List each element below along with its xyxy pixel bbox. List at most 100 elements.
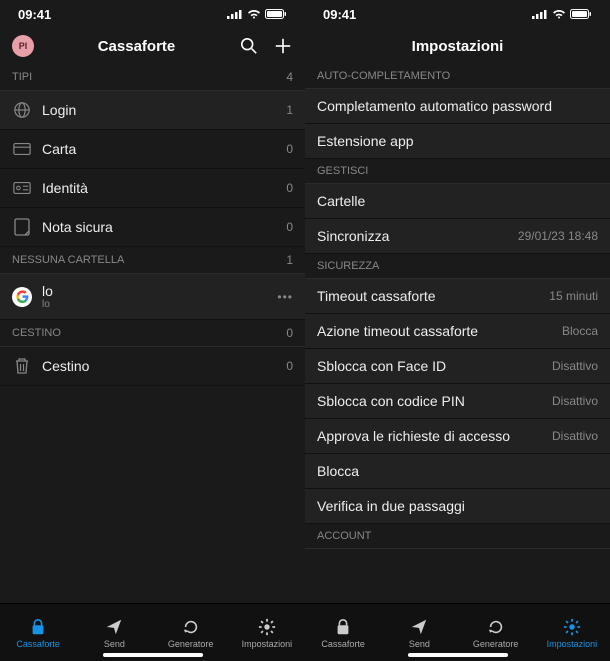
- card-icon: [12, 139, 32, 159]
- list-item-lo[interactable]: lo lo •••: [0, 274, 305, 320]
- section-title: ACCOUNT: [317, 530, 371, 542]
- signal-icon: [227, 9, 243, 19]
- avatar[interactable]: PI: [12, 35, 34, 57]
- home-indicator[interactable]: [408, 653, 508, 657]
- tab-impostazioni[interactable]: Impostazioni: [229, 604, 305, 661]
- section-title: TIPI: [12, 71, 32, 83]
- section-title: CESTINO: [12, 327, 61, 339]
- search-icon[interactable]: [239, 36, 259, 56]
- status-time: 09:41: [18, 7, 51, 22]
- tab-label: Generatore: [168, 639, 214, 649]
- status-bar: 09:41: [305, 0, 610, 28]
- settings-item-approve[interactable]: Approva le richieste di accesso Disattiv…: [305, 419, 610, 454]
- settings-value: Disattivo: [552, 359, 598, 373]
- settings-item-timeout-action[interactable]: Azione timeout cassaforte Blocca: [305, 314, 610, 349]
- list-item-label: Carta: [42, 141, 276, 157]
- id-icon: [12, 178, 32, 198]
- settings-label: Blocca: [317, 463, 598, 479]
- section-title: NESSUNA CARTELLA: [12, 254, 124, 266]
- home-indicator[interactable]: [103, 653, 203, 657]
- settings-label: Cartelle: [317, 193, 598, 209]
- battery-icon: [265, 9, 287, 19]
- tab-label: Impostazioni: [242, 639, 293, 649]
- tab-label: Send: [409, 639, 430, 649]
- send-icon: [104, 617, 124, 637]
- settings-value: Disattivo: [552, 394, 598, 408]
- section-title: SICUREZZA: [317, 260, 379, 272]
- list-item-count: 0: [286, 359, 293, 373]
- section-header-trash: CESTINO 0: [0, 320, 305, 347]
- settings-item-lock[interactable]: Blocca: [305, 454, 610, 489]
- status-indicators: [532, 9, 592, 19]
- wifi-icon: [552, 9, 566, 19]
- google-icon: [12, 287, 32, 307]
- more-icon[interactable]: •••: [277, 290, 293, 304]
- battery-icon: [570, 9, 592, 19]
- gear-icon: [562, 617, 582, 637]
- settings-label: Verifica in due passaggi: [317, 498, 598, 514]
- globe-icon: [12, 100, 32, 120]
- settings-item-autofill[interactable]: Completamento automatico password: [305, 89, 610, 124]
- settings-label: Sblocca con codice PIN: [317, 393, 542, 409]
- nav-bar: Impostazioni: [305, 28, 610, 64]
- section-header-manage: GESTISCI: [305, 159, 610, 184]
- status-time: 09:41: [323, 7, 356, 22]
- settings-label: Estensione app: [317, 133, 598, 149]
- signal-icon: [532, 9, 548, 19]
- list-item-nota[interactable]: Nota sicura 0: [0, 208, 305, 247]
- refresh-icon: [486, 617, 506, 637]
- settings-label: Sincronizza: [317, 228, 508, 244]
- send-icon: [409, 617, 429, 637]
- tab-label: Cassaforte: [16, 639, 60, 649]
- note-icon: [12, 217, 32, 237]
- page-title: Impostazioni: [339, 38, 576, 55]
- settings-value: Disattivo: [552, 429, 598, 443]
- tab-impostazioni[interactable]: Impostazioni: [534, 604, 610, 661]
- section-header-account: ACCOUNT: [305, 524, 610, 549]
- tab-cassaforte[interactable]: Cassaforte: [0, 604, 76, 661]
- status-indicators: [227, 9, 287, 19]
- settings-value: Blocca: [562, 324, 598, 338]
- list-item-label: lo: [42, 283, 267, 299]
- list-item-label: Identità: [42, 180, 276, 196]
- settings-label: Azione timeout cassaforte: [317, 323, 552, 339]
- list-item-count: 1: [286, 103, 293, 117]
- settings-item-2fa[interactable]: Verifica in due passaggi: [305, 489, 610, 524]
- lock-icon: [28, 617, 48, 637]
- section-title: AUTO-COMPLETAMENTO: [317, 70, 450, 82]
- section-header-folders: NESSUNA CARTELLA 1: [0, 247, 305, 274]
- list-item-count: 0: [286, 220, 293, 234]
- list-item-label: Login: [42, 102, 276, 118]
- tab-cassaforte[interactable]: Cassaforte: [305, 604, 381, 661]
- list-item-count: 0: [286, 142, 293, 156]
- trash-icon: [12, 356, 32, 376]
- settings-item-extension[interactable]: Estensione app: [305, 124, 610, 159]
- list-item-sublabel: lo: [42, 300, 267, 310]
- list-item-login[interactable]: Login 1: [0, 91, 305, 130]
- settings-item-pin[interactable]: Sblocca con codice PIN Disattivo: [305, 384, 610, 419]
- list-item-label: Nota sicura: [42, 219, 276, 235]
- settings-item-sync[interactable]: Sincronizza 29/01/23 18:48: [305, 219, 610, 254]
- list-item-count: 0: [286, 181, 293, 195]
- settings-item-folders[interactable]: Cartelle: [305, 184, 610, 219]
- section-count: 0: [286, 326, 293, 340]
- settings-value: 15 minuti: [549, 289, 598, 303]
- list-item-trash[interactable]: Cestino 0: [0, 347, 305, 386]
- settings-item-faceid[interactable]: Sblocca con Face ID Disattivo: [305, 349, 610, 384]
- tab-label: Send: [104, 639, 125, 649]
- list-item-carta[interactable]: Carta 0: [0, 130, 305, 169]
- section-header-security: SICUREZZA: [305, 254, 610, 279]
- page-title: Cassaforte: [34, 38, 239, 55]
- tab-label: Cassaforte: [321, 639, 365, 649]
- settings-item-timeout[interactable]: Timeout cassaforte 15 minuti: [305, 279, 610, 314]
- settings-value: 29/01/23 18:48: [518, 229, 598, 243]
- tab-label: Impostazioni: [547, 639, 598, 649]
- settings-label: Approva le richieste di accesso: [317, 428, 542, 444]
- tab-label: Generatore: [473, 639, 519, 649]
- settings-label: Completamento automatico password: [317, 98, 598, 114]
- section-title: GESTISCI: [317, 165, 368, 177]
- settings-label: Timeout cassaforte: [317, 288, 539, 304]
- list-item-identita[interactable]: Identità 0: [0, 169, 305, 208]
- lock-icon: [333, 617, 353, 637]
- add-icon[interactable]: [273, 36, 293, 56]
